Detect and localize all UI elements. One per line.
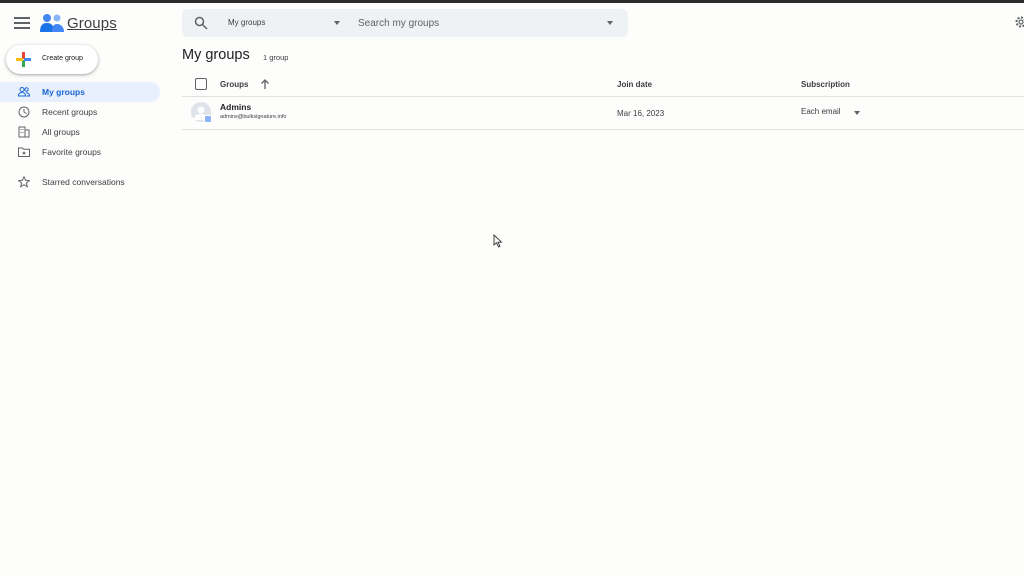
sidebar-item-starred-conversations[interactable]: Starred conversations [0,172,160,192]
sidebar-item-my-groups[interactable]: My groups [0,82,160,102]
create-group-label: Create group [42,55,83,62]
window-top-border [0,0,1024,3]
sidebar-item-label: Starred conversations [42,177,125,187]
group-email: admins@bulksignature.info [220,114,287,120]
search-input[interactable] [358,15,598,31]
sidebar-item-favorite-groups[interactable]: Favorite groups [0,142,160,162]
plus-icon [16,52,31,67]
star-icon [18,176,30,188]
chevron-down-icon[interactable] [854,111,860,115]
column-header-join-date[interactable]: Join date [617,80,652,89]
group-join-date: Mar 16, 2023 [617,109,665,118]
page-title: My groups [182,47,250,63]
gear-icon[interactable] [1014,15,1024,29]
search-icon[interactable] [194,16,208,30]
app-title[interactable]: Groups [67,15,117,32]
column-header-groups[interactable]: Groups [220,80,248,89]
sidebar-item-recent-groups[interactable]: Recent groups [0,102,160,122]
folder-star-icon [18,147,30,157]
sidebar-item-label: Recent groups [42,107,98,117]
group-name[interactable]: Admins [220,102,251,112]
search-bar: My groups [182,9,628,37]
building-icon [18,126,30,138]
subscription-select[interactable]: Each email [801,107,841,116]
table-header: Groups Join date Subscription [182,72,1024,97]
mouse-cursor-icon [493,234,503,248]
groups-table: Groups Join date Subscription Admins adm… [182,72,1024,130]
group-type-badge-icon [204,115,212,123]
people-icon [18,87,30,97]
search-options-icon[interactable] [607,21,613,25]
column-header-subscription[interactable]: Subscription [801,80,850,89]
sidebar-nav: My groups Recent groups All groups Favor… [0,82,165,192]
arrow-up-icon[interactable] [259,78,271,90]
main-menu-button[interactable] [12,14,32,32]
sidebar-item-all-groups[interactable]: All groups [0,122,160,142]
clock-icon [18,106,30,118]
search-scope-select[interactable]: My groups [228,18,265,27]
sidebar-item-label: All groups [42,127,80,137]
select-all-checkbox[interactable] [195,78,207,90]
create-group-button[interactable]: Create group [6,45,98,74]
sidebar-item-label: Favorite groups [42,147,102,157]
sidebar-item-label: My groups [42,87,85,97]
scope-dropdown-icon[interactable] [334,21,340,25]
group-count: 1 group [263,53,289,62]
hamburger-icon [14,17,30,19]
table-row[interactable]: Admins admins@bulksignature.info Mar 16,… [182,97,1024,130]
groups-logo-icon [40,14,64,32]
